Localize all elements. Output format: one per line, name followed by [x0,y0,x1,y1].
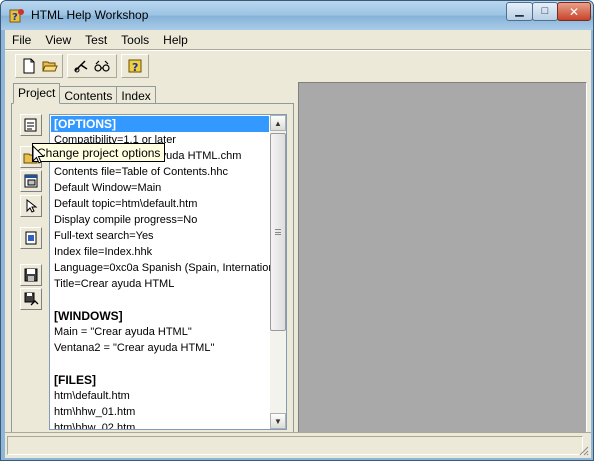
api-info-icon [25,231,37,245]
html-source-button[interactable] [20,195,42,217]
api-info-button[interactable] [20,227,42,249]
scroll-thumb[interactable] [270,133,286,331]
tab-project[interactable]: Project [13,83,61,104]
close-button[interactable]: ✕ [557,2,591,21]
project-line[interactable]: htm\default.htm [54,388,130,404]
project-line[interactable]: Language=0xc0a Spanish (Spain, Internati… [54,260,270,276]
save-compile-button[interactable] [20,288,42,310]
project-line[interactable]: Ventana2 = "Crear ayuda HTML" [54,340,214,356]
project-line[interactable]: Default topic=htm\default.htm [54,196,197,212]
save-compile-icon [24,292,39,306]
add-window-button[interactable] [20,170,42,192]
mouse-cursor-icon [32,145,45,164]
size-grip-icon[interactable] [577,444,589,456]
svg-text:?: ? [12,12,18,23]
project-line[interactable]: Title=Crear ayuda HTML [54,276,174,292]
scroll-down-button[interactable]: ▼ [270,413,286,429]
vertical-scrollbar[interactable]: ▲ ▼ [270,115,286,429]
project-line[interactable]: Default Window=Main [54,180,161,196]
open-button[interactable] [39,56,60,76]
client-area: File View Test Tools Help ? Project Cont… [5,30,591,458]
help-workshop-icon: ? [9,9,24,23]
toolbar: ? [5,52,591,80]
minimize-button[interactable]: ▁ [506,2,533,21]
project-options-icon [24,118,37,132]
project-line[interactable]: Contents file=Table of Contents.hhc [54,164,228,180]
window-title: HTML Help Workshop [31,8,149,22]
scroll-down-icon: ▼ [274,416,282,426]
tab-strip: Project Contents Index [13,82,156,104]
status-cell [7,436,583,455]
add-window-icon [24,174,38,188]
project-line[interactable]: htm\hhw_01.htm [54,404,135,420]
minimize-icon: ▁ [515,5,524,17]
section-header[interactable]: [FILES] [54,372,96,388]
view-compiled-icon [93,60,110,72]
maximize-button[interactable]: □ [532,2,558,21]
project-line[interactable]: Main = "Crear ayuda HTML" [54,324,192,340]
compile-button[interactable] [70,56,91,76]
project-line[interactable]: Display compile progress=No [54,212,197,228]
help-icon: ? [128,59,141,74]
save-button[interactable] [20,264,42,286]
view-compiled-button[interactable] [91,56,112,76]
maximize-icon: □ [541,5,549,17]
section-header[interactable]: [WINDOWS] [54,308,123,324]
close-icon: ✕ [568,4,580,19]
status-bar [5,432,591,458]
svg-text:?: ? [132,61,138,74]
project-line[interactable]: Index file=Index.hhk [54,244,152,260]
save-icon [24,268,38,282]
menu-tools[interactable]: Tools [114,30,156,49]
new-file-icon [23,58,34,74]
grip-icon [275,229,281,235]
menu-view[interactable]: View [38,30,78,49]
section-header-selected[interactable]: [OPTIONS] [51,116,269,132]
tab-contents[interactable]: Contents [59,86,118,104]
help-button[interactable]: ? [124,56,145,76]
toolbar-group-file [15,54,63,78]
open-folder-icon [41,61,58,72]
tooltip: Change project options [32,143,166,162]
scroll-up-icon: ▲ [274,118,282,128]
html-source-icon [26,198,38,213]
menu-help[interactable]: Help [156,30,195,49]
menu-file[interactable]: File [5,30,38,49]
project-pane: Project Contents Index [OPTIONS] Compati… [5,82,294,434]
workspace-area [298,82,587,437]
toolbar-group-help: ? [121,54,149,78]
project-options-button[interactable] [20,114,42,136]
menu-test[interactable]: Test [78,30,114,49]
project-file-lines: [OPTIONS]Compatibility=1.1 or laterCompi… [50,115,270,429]
project-line[interactable]: htm\hhw_02.htm [54,420,135,429]
toolbar-group-compile [67,54,117,78]
app-window: ? HTML Help Workshop ▁ □ ✕ File View Tes… [0,0,594,461]
scroll-up-button[interactable]: ▲ [270,115,286,131]
tab-index[interactable]: Index [116,86,156,104]
new-file-button[interactable] [18,56,39,76]
menu-bar: File View Test Tools Help [5,30,591,49]
title-bar[interactable]: ? HTML Help Workshop ▁ □ ✕ [1,1,593,30]
project-line[interactable]: Full-text search=Yes [54,228,154,244]
menu-separator [5,49,591,51]
compile-icon [73,60,87,73]
